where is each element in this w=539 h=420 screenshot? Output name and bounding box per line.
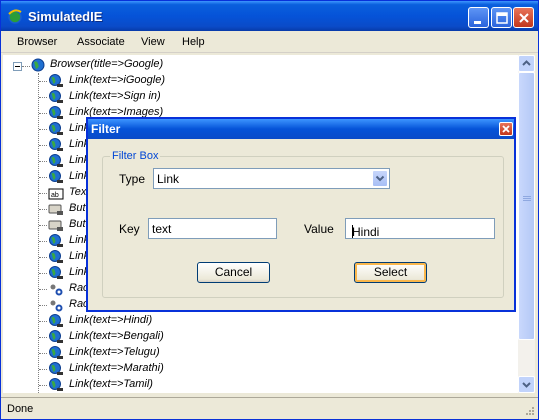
value-label: Value [304,222,334,236]
value-field-value: Hindi [352,225,380,239]
globe-link-icon [48,121,64,137]
cancel-button[interactable]: Cancel [197,262,270,283]
tree-item-label: Tex [69,186,87,198]
globe-link-icon [48,361,64,377]
scroll-down-button[interactable] [518,376,535,393]
tree-item-label: Link(text=>Hindi) [69,314,153,326]
globe-link-icon [48,249,64,265]
globe-link-icon [48,329,64,345]
tree-item[interactable]: Link(text=>iGoogle) [3,73,303,89]
tree-item-label: Link(text=>Telugu) [69,346,160,358]
title-bar[interactable]: SimulatedIE [1,1,538,31]
close-button[interactable] [513,7,534,28]
key-field-value: text [152,222,172,236]
globe-link-icon [48,345,64,361]
svg-text:ab: ab [51,192,59,199]
maximize-button[interactable] [491,7,512,28]
globe-link-icon [48,153,64,169]
tree-root-label: Browser(title=>Google) [50,58,164,70]
textbox-icon: ab [48,185,64,201]
status-bar: Done [1,397,538,419]
tree-item-label: Link(text=>Tamil) [69,378,153,390]
globe-link-icon [48,89,64,105]
window-title: SimulatedIE [28,9,103,24]
collapse-icon[interactable] [13,62,22,71]
scroll-up-button[interactable] [518,55,535,72]
menu-associate[interactable]: Associate [77,36,125,48]
globe-link-icon [48,377,64,393]
type-label: Type [119,172,146,186]
filter-group-title: Filter Box [110,150,161,162]
key-field[interactable]: text [148,218,277,239]
button-icon [48,201,64,217]
minimize-button[interactable] [468,7,489,28]
tree-item[interactable]: Link(text=>Telugu) [3,345,303,361]
filter-dialog: Filter Filter Box Type Link Key text Val… [86,117,516,312]
key-label: Key [119,222,140,236]
menu-help[interactable]: Help [182,36,205,48]
menu-view[interactable]: View [141,36,165,48]
tree-item-label: Link(text=>Bengali) [69,330,164,342]
tree-root[interactable]: Browser(title=>Google) [3,57,303,73]
value-field[interactable]: Hindi [345,218,495,239]
tree-item-label: Link(text=>Sign in) [69,90,161,102]
filter-dialog-title: Filter [91,122,121,136]
radio-icon [48,281,64,297]
tree-item[interactable]: Link(text=>Tamil) [3,377,303,393]
app-icon [7,8,23,24]
text-caret [352,225,353,238]
globe-link-icon [48,265,64,281]
tree-item[interactable]: Link(text=>Sign in) [3,89,303,105]
scroll-thumb[interactable] [518,72,535,340]
tree-item[interactable]: Link(text=>Marathi) [3,361,303,377]
tree-item-label: Link(text=>iGoogle) [69,74,165,86]
dialog-close-button[interactable] [499,122,513,136]
button-icon [48,217,64,233]
globe-link-icon [48,105,64,121]
globe-link-icon [48,73,64,89]
radio-icon [48,297,64,313]
select-button[interactable]: Select [354,262,427,283]
browser-globe-icon [30,57,46,73]
globe-link-icon [48,169,64,185]
status-text: Done [7,403,34,415]
globe-link-icon [48,137,64,153]
menu-browser[interactable]: Browser [17,36,57,48]
type-select[interactable]: Link [153,168,390,189]
vertical-scrollbar[interactable] [518,55,535,393]
filter-dialog-title-bar[interactable]: Filter [88,119,514,139]
tree-item[interactable]: Link(text=>Bengali) [3,329,303,345]
type-select-value: Link [157,172,180,186]
tree-item-label: Link(text=>Marathi) [69,362,164,374]
resize-grip-icon[interactable] [523,406,535,418]
globe-link-icon [48,233,64,249]
menu-bar: Browser Associate View Help [1,31,538,53]
chevron-down-icon[interactable] [372,170,388,187]
tree-item[interactable]: Link(text=>Hindi) [3,313,303,329]
globe-link-icon [48,313,64,329]
